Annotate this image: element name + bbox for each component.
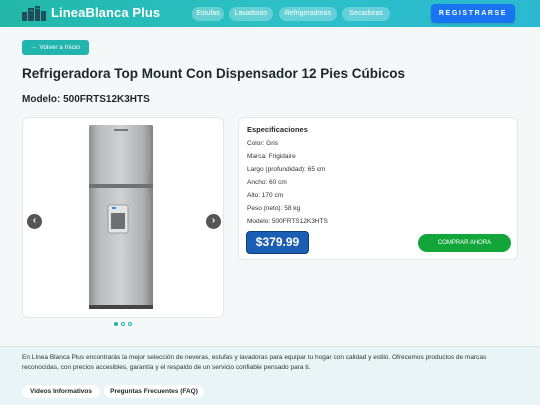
nav-lavadoras[interactable]: Lavadoras bbox=[229, 7, 273, 21]
carousel-dot-1[interactable] bbox=[114, 322, 118, 326]
price-badge: $379.99 bbox=[246, 231, 309, 254]
spec-width: Ancho: 60 cm bbox=[247, 179, 287, 186]
nav-refrigeradoras[interactable]: Refrigeradoras bbox=[279, 7, 337, 21]
carousel-next-icon[interactable]: › bbox=[206, 214, 221, 229]
footer-link-videos[interactable]: Videos Informativos bbox=[22, 385, 100, 398]
carousel-dot-2[interactable] bbox=[121, 322, 125, 326]
specifications-card: Especificaciones Color: Gris Marca: Frig… bbox=[238, 117, 518, 260]
footer: En Línea Blanca Plus encontrarás la mejo… bbox=[0, 346, 540, 405]
spec-model: Modelo: 500FRTS12K3HTS bbox=[247, 218, 328, 225]
register-button[interactable]: REGISTRARSE bbox=[431, 4, 515, 23]
footer-description: En Línea Blanca Plus encontrarás la mejo… bbox=[22, 354, 487, 371]
spec-color: Color: Gris bbox=[247, 140, 279, 147]
nav-estufas[interactable]: Estufas bbox=[192, 7, 224, 21]
top-header: LineaBlanca Plus Estufas Lavadoras Refri… bbox=[0, 0, 540, 27]
specs-title: Especificaciones bbox=[247, 125, 308, 134]
footer-link-faq[interactable]: Preguntas Frecuentes (FAQ) bbox=[104, 385, 204, 398]
back-to-home-button[interactable]: ← Volver a Inicio bbox=[22, 40, 89, 55]
nav-secadoras[interactable]: Secadoras bbox=[342, 7, 390, 21]
product-image-carousel: ‹ › bbox=[22, 117, 224, 318]
carousel-prev-icon[interactable]: ‹ bbox=[27, 214, 42, 229]
carousel-dot-3[interactable] bbox=[128, 322, 132, 326]
spec-depth: Largo (profundidad): 65 cm bbox=[247, 166, 326, 173]
product-title: Refrigeradora Top Mount Con Dispensador … bbox=[22, 66, 406, 81]
carousel-indicators bbox=[114, 322, 134, 328]
product-model: Modelo: 500FRTS12K3HTS bbox=[22, 94, 150, 105]
refrigerator-image bbox=[89, 125, 153, 309]
spec-weight: Peso (neto): 58 kg bbox=[247, 205, 301, 212]
brand-name[interactable]: LineaBlanca Plus bbox=[51, 5, 160, 20]
buy-now-button[interactable]: COMPRAR AHORA bbox=[418, 234, 511, 252]
spec-brand: Marca: Frigidaire bbox=[247, 153, 296, 160]
city-logo-icon[interactable] bbox=[22, 6, 46, 21]
spec-height: Alto: 170 cm bbox=[247, 192, 284, 199]
